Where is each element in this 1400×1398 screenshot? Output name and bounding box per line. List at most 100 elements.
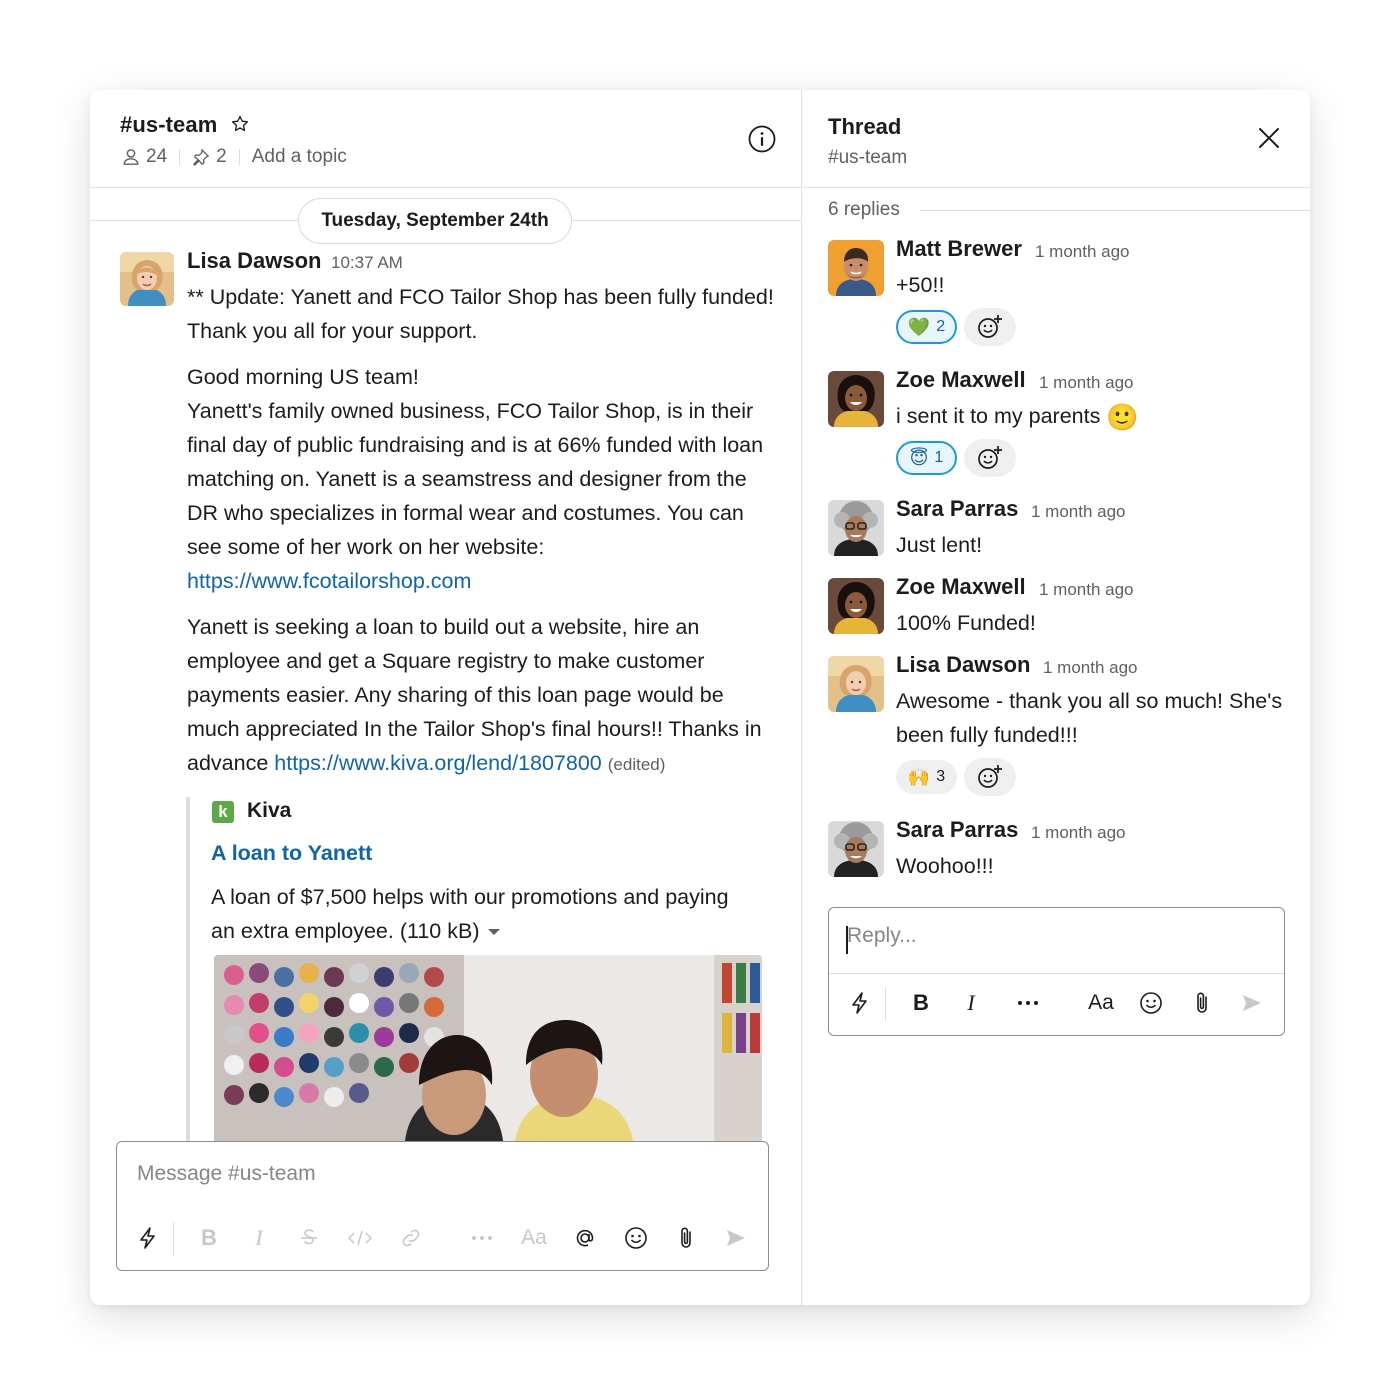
message-paragraph-update: ** Update: Yanett and FCO Tailor Shop ha… (187, 285, 774, 343)
format-text-toggle[interactable]: Aa (520, 1224, 548, 1252)
website-link[interactable]: https://www.fcotailorshop.com (187, 569, 471, 593)
attachment-description: A loan of $7,500 helps with our promotio… (211, 880, 731, 948)
reply-text: Woohoo!!! (896, 854, 994, 878)
greeting-body: Yanett's family owned business, FCO Tail… (187, 399, 764, 559)
attachment-paperclip-icon[interactable] (1188, 989, 1216, 1017)
mention-icon[interactable] (571, 1224, 599, 1252)
message-body: ** Update: Yanett and FCO Tailor Shop ha… (187, 280, 777, 782)
reaction-count: 3 (936, 768, 946, 785)
attachment-image[interactable] (214, 955, 762, 1155)
zoe-maxwell-avatar[interactable] (828, 578, 884, 634)
reaction-innocent-face[interactable]: 😇 1 (896, 441, 957, 475)
matt-brewer-avatar[interactable] (828, 240, 884, 296)
message-timestamp[interactable]: 10:37 AM (331, 253, 403, 273)
reply-text-content: i sent it to my parents (896, 404, 1101, 428)
send-icon[interactable] (1238, 989, 1266, 1017)
reply-text: i sent it to my parents 🙂 (896, 399, 1296, 434)
star-icon[interactable] (230, 114, 250, 134)
thread-title: Thread (828, 114, 902, 139)
reply-input[interactable]: Reply... (847, 924, 917, 948)
lisa-dawson-avatar[interactable] (828, 656, 884, 712)
attachment-paperclip-icon[interactable] (672, 1224, 700, 1252)
reply-text: +50!! (896, 273, 945, 297)
italic-icon[interactable]: I (245, 1224, 273, 1252)
pin-icon[interactable] (192, 148, 210, 166)
reply-timestamp[interactable]: 1 month ago (1039, 580, 1134, 600)
reply-timestamp[interactable]: 1 month ago (1043, 658, 1138, 678)
green-heart-icon: 💚 (907, 316, 931, 337)
reaction-count: 1 (934, 449, 944, 466)
thread-header: Thread #us-team (803, 90, 1310, 188)
message-composer[interactable]: Message #us-team B I Aa (116, 1141, 769, 1271)
italic-icon[interactable]: I (957, 989, 985, 1017)
format-text-toggle[interactable]: Aa (1087, 989, 1115, 1017)
reply-composer[interactable]: Reply... B I Aa (828, 907, 1285, 1036)
reply-toolbar: B I Aa (829, 971, 1284, 1035)
add-reaction-icon (978, 765, 1002, 788)
reaction-raised-hands[interactable]: 🙌 3 (896, 760, 957, 794)
replies-count: 6 replies (828, 199, 900, 220)
bold-icon[interactable]: B (907, 989, 935, 1017)
link-icon[interactable] (397, 1224, 425, 1252)
reaction-green-heart[interactable]: 💚 2 (896, 310, 957, 344)
toolbar-separator (173, 1222, 174, 1256)
member-count[interactable]: 24 (146, 146, 167, 168)
reply-author[interactable]: Lisa Dawson (896, 652, 1030, 678)
thread-reply: Zoe Maxwell 1 month ago 100% Funded! (828, 574, 1298, 638)
reply-timestamp[interactable]: 1 month ago (1031, 823, 1126, 843)
attachment-title-link[interactable]: A loan to Yanett (211, 841, 372, 866)
thread-reply: Sara Parras 1 month ago Woohoo!!! (828, 817, 1298, 881)
bold-icon[interactable]: B (195, 1224, 223, 1252)
greeting-line: Good morning US team! (187, 365, 419, 389)
strikethrough-icon[interactable] (295, 1224, 323, 1252)
emoji-icon[interactable] (622, 1224, 650, 1252)
reply-timestamp[interactable]: 1 month ago (1035, 242, 1130, 262)
zoe-maxwell-avatar[interactable] (828, 371, 884, 427)
reply-timestamp[interactable]: 1 month ago (1031, 502, 1126, 522)
add-reaction-button[interactable] (964, 439, 1016, 477)
add-reaction-button[interactable] (964, 758, 1016, 796)
send-icon[interactable] (722, 1224, 750, 1252)
sara-parras-avatar[interactable] (828, 500, 884, 556)
message-input[interactable]: Message #us-team (137, 1162, 316, 1186)
reaction-count: 2 (936, 318, 946, 335)
more-formatting-icon[interactable] (1014, 989, 1042, 1017)
message-author[interactable]: Lisa Dawson (187, 248, 321, 274)
reply-author[interactable]: Sara Parras (896, 817, 1018, 843)
close-icon[interactable] (1257, 126, 1281, 150)
right-spools (714, 955, 762, 1155)
innocent-face-icon: 😇 (909, 447, 929, 468)
code-icon[interactable] (346, 1224, 374, 1252)
thread-channel-link[interactable]: #us-team (828, 147, 907, 169)
channel-name[interactable]: #us-team (120, 112, 217, 138)
reply-author[interactable]: Zoe Maxwell (896, 574, 1026, 600)
date-divider[interactable]: Tuesday, September 24th (298, 198, 572, 244)
reply-author[interactable]: Sara Parras (896, 496, 1018, 522)
collapse-caret-icon[interactable] (487, 929, 500, 936)
emoji-icon[interactable] (1137, 989, 1165, 1017)
more-formatting-icon[interactable] (468, 1224, 496, 1252)
message-paragraph-greeting: Good morning US team! Yanett's family ow… (187, 360, 777, 598)
reply-text: Awesome - thank you all so much! She's b… (896, 689, 1283, 747)
replies-divider: 6 replies (828, 198, 1310, 222)
thread-reply: Sara Parras 1 month ago Just lent! (828, 496, 1298, 560)
lisa-dawson-avatar[interactable] (120, 252, 174, 306)
add-topic-link[interactable]: Add a topic (252, 146, 347, 168)
add-reaction-button[interactable] (964, 308, 1016, 346)
reply-timestamp[interactable]: 1 month ago (1039, 373, 1134, 393)
replies-divider-line (919, 209, 1310, 211)
channel-meta: 24 2 Add a topic (122, 146, 347, 168)
kiva-loan-link[interactable]: https://www.kiva.org/lend/1807800 (274, 751, 601, 775)
reply-author[interactable]: Zoe Maxwell (896, 367, 1026, 393)
info-icon[interactable] (748, 125, 776, 153)
sara-parras-avatar[interactable] (828, 821, 884, 877)
link-unfurl-attachment: k Kiva A loan to Yanett A loan of $7,500… (186, 797, 766, 1157)
reply-author[interactable]: Matt Brewer (896, 236, 1022, 262)
pin-count[interactable]: 2 (216, 146, 227, 168)
shortcuts-lightning-icon[interactable] (846, 989, 874, 1017)
kiva-logo: k (212, 801, 234, 823)
members-icon[interactable] (122, 148, 140, 166)
attachment-source: Kiva (247, 799, 292, 822)
shortcuts-lightning-icon[interactable] (134, 1224, 162, 1252)
thread-reply: Zoe Maxwell 1 month ago i sent it to my … (828, 367, 1298, 481)
